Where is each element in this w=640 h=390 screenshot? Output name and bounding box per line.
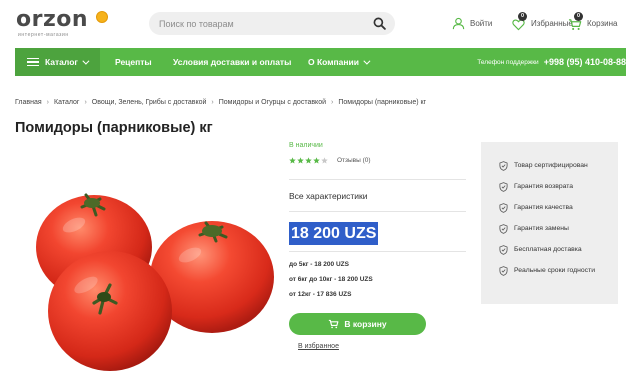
favorites-link[interactable]: 0 Избранные (512, 12, 573, 34)
login-label: Войти (470, 18, 493, 28)
breadcrumb-chevron-icon: › (46, 99, 49, 106)
favorites-count-badge: 0 (518, 12, 527, 21)
guarantee-item: Товар сертифицирован (499, 161, 588, 171)
shield-check-icon (499, 203, 508, 213)
support-phone[interactable]: +998 (95) 410-08-88 (544, 57, 626, 67)
favorites-label: Избранные (531, 18, 573, 28)
search-bar (149, 12, 395, 35)
guarantee-label: Гарантия замены (514, 225, 569, 232)
site-logo[interactable]: orzon интернет-магазин (16, 7, 108, 39)
breadcrumb-chevron-icon: › (211, 99, 214, 106)
nav-item-label: Условия доставки и оплаты (173, 57, 292, 67)
guarantee-item: Гарантия качества (499, 203, 573, 213)
nav-item-recipes[interactable]: Рецепты (115, 48, 152, 76)
favorites-icon-wrap: 0 (512, 12, 528, 31)
reviews-link[interactable]: Отзывы (0) (337, 157, 371, 164)
support-label: Телефон поддержки (477, 58, 539, 66)
cart-count-badge: 0 (574, 12, 583, 21)
breadcrumb-chevron-icon: › (331, 99, 334, 106)
breadcrumb-item-current: Помидоры (парниковые) кг (338, 99, 427, 106)
star-icon (305, 157, 312, 164)
price-tier: от 12кг - 17 836 UZS (289, 291, 352, 298)
guarantee-item: Реальные сроки годности (499, 266, 599, 276)
cart-link[interactable]: 0 Корзина (568, 12, 617, 34)
logo-tagline: интернет-магазин (18, 32, 69, 38)
shield-check-icon (499, 161, 508, 171)
breadcrumb-item-home[interactable]: Главная (15, 99, 42, 106)
guarantee-label: Бесплатная доставка (514, 246, 582, 253)
star-icon (297, 157, 304, 164)
product-price: 18 200 UZS (289, 222, 379, 245)
breadcrumb-item-catalog[interactable]: Каталог (54, 99, 79, 106)
breadcrumb: Главная › Каталог › Овощи, Зелень, Грибы… (15, 99, 426, 106)
login-link[interactable]: Войти (452, 12, 492, 34)
catalog-label: Каталог (45, 57, 78, 67)
guarantee-item: Бесплатная доставка (499, 245, 582, 255)
cart-label: Корзина (587, 18, 618, 28)
logo-text: orzon (16, 7, 89, 32)
cart-icon-wrap: 0 (568, 12, 584, 31)
nav-item-label: Рецепты (115, 57, 152, 67)
main-nav: Каталог Рецепты Условия доставки и оплат… (15, 48, 626, 76)
support-phone-block: Телефон поддержки +998 (95) 410-08-88 (477, 48, 626, 76)
add-to-cart-button[interactable]: В корзину (289, 313, 426, 335)
product-image (36, 193, 274, 371)
all-specs-link[interactable]: Все характеристики (289, 191, 368, 201)
nav-item-label: О Компании (308, 57, 359, 67)
guarantee-item: Гарантия возврата (499, 182, 573, 192)
page-title: Помидоры (парниковые) кг (15, 120, 213, 136)
shield-check-icon (499, 266, 508, 276)
guarantees-panel: Товар сертифицирован Гарантия возврата Г… (481, 142, 618, 304)
availability-status: В наличии (289, 142, 323, 149)
guarantee-label: Гарантия качества (514, 204, 573, 211)
shield-check-icon (499, 182, 508, 192)
price-tier: от 6кг до 10кг - 18 200 UZS (289, 276, 373, 283)
star-icon (289, 157, 296, 164)
chevron-down-icon (363, 57, 371, 65)
guarantee-label: Реальные сроки годности (514, 267, 595, 274)
catalog-menu-button[interactable]: Каталог (15, 48, 100, 76)
divider (289, 251, 466, 252)
divider (289, 179, 466, 180)
guarantee-label: Товар сертифицирован (514, 162, 588, 169)
orange-logo-icon (96, 11, 108, 23)
chevron-down-icon (82, 57, 90, 65)
divider (289, 211, 466, 212)
menu-icon (27, 58, 39, 66)
star-icon (313, 157, 320, 164)
breadcrumb-chevron-icon: › (84, 99, 87, 106)
guarantee-label: Гарантия возврата (514, 183, 574, 190)
breadcrumb-item-tomatoes-cucumbers[interactable]: Помидоры и Огурцы с доставкой (219, 99, 326, 106)
search-icon[interactable] (373, 17, 386, 30)
cart-icon (329, 319, 339, 329)
user-icon (452, 17, 465, 29)
rating-stars (289, 157, 329, 164)
price-tier: до 5кг - 18 200 UZS (289, 261, 349, 268)
shield-check-icon (499, 245, 508, 255)
site-header: orzon интернет-магазин Войти 0 Избранные (0, 0, 640, 48)
guarantee-item: Гарантия замены (499, 224, 569, 234)
star-icon (321, 157, 328, 164)
shield-check-icon (499, 224, 508, 234)
add-to-cart-label: В корзину (344, 319, 387, 329)
add-to-favorites-link[interactable]: В избранное (298, 343, 339, 350)
breadcrumb-item-vegetables[interactable]: Овощи, Зелень, Грибы с доставкой (92, 99, 207, 106)
nav-item-delivery[interactable]: Условия доставки и оплаты (173, 48, 291, 76)
search-input[interactable] (159, 12, 364, 35)
product-rating: Отзывы (0) (289, 157, 371, 164)
nav-item-company[interactable]: О Компании (308, 48, 371, 76)
